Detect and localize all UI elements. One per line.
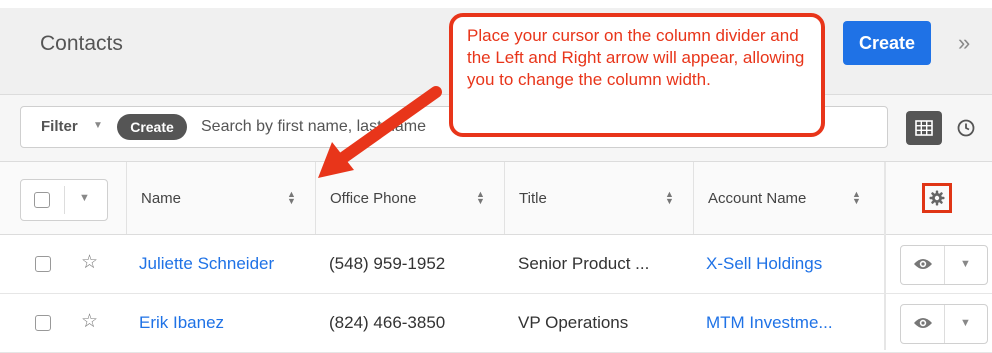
annotation-callout: Place your cursor on the column divider … bbox=[449, 13, 825, 137]
